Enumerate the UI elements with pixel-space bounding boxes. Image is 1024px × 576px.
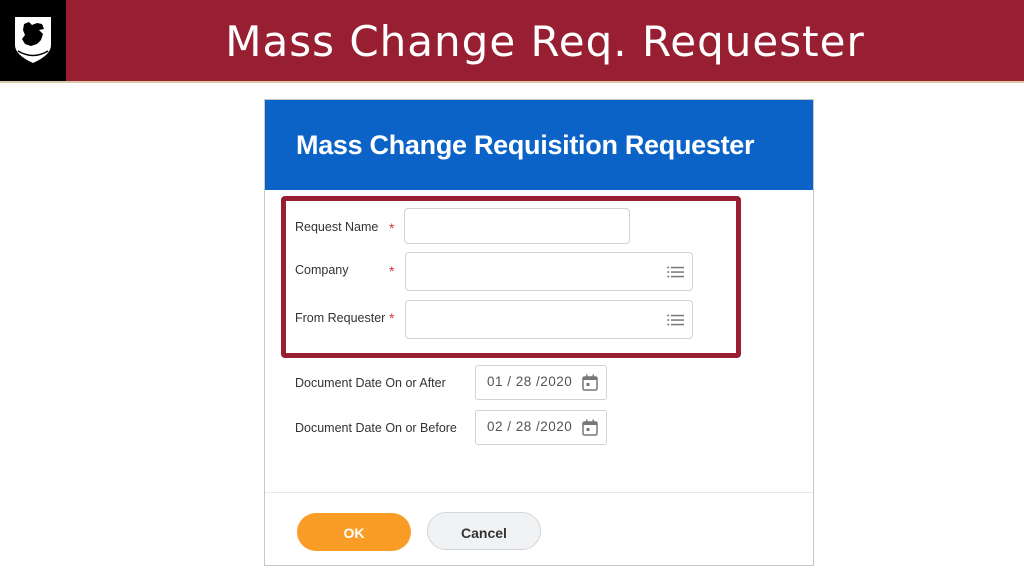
wsu-shield-icon — [15, 17, 51, 63]
mass-change-dialog: Mass Change Requisition Requester Reques… — [264, 99, 814, 566]
from-requester-label: From Requester — [295, 311, 386, 325]
request-name-input[interactable] — [404, 208, 630, 244]
dialog-title: Mass Change Requisition Requester — [296, 130, 755, 160]
required-marker: * — [389, 220, 395, 236]
slide-title: Mass Change Req. Requester — [225, 17, 865, 66]
date-before-label: Document Date On or Before — [295, 421, 457, 435]
list-icon[interactable] — [667, 266, 684, 278]
calendar-icon[interactable] — [582, 374, 598, 391]
date-before-value: 02 / 28 /2020 — [487, 419, 573, 434]
date-after-value: 01 / 28 /2020 — [487, 374, 573, 389]
company-input[interactable] — [405, 252, 693, 291]
footer-divider — [265, 492, 813, 493]
calendar-icon[interactable] — [582, 419, 598, 436]
required-marker: * — [389, 310, 395, 326]
request-name-label: Request Name — [295, 220, 379, 234]
date-after-label: Document Date On or After — [295, 376, 446, 390]
dialog-header: Mass Change Requisition Requester — [265, 100, 813, 190]
logo — [0, 0, 66, 81]
cancel-button[interactable]: Cancel — [427, 512, 541, 550]
header-divider — [0, 81, 1024, 83]
company-label: Company — [295, 263, 349, 277]
date-after-input[interactable]: 01 / 28 /2020 — [475, 365, 607, 400]
required-marker: * — [389, 263, 395, 279]
date-before-input[interactable]: 02 / 28 /2020 — [475, 410, 607, 445]
ok-button[interactable]: OK — [297, 513, 411, 551]
list-icon[interactable] — [667, 314, 684, 326]
from-requester-input[interactable] — [405, 300, 693, 339]
